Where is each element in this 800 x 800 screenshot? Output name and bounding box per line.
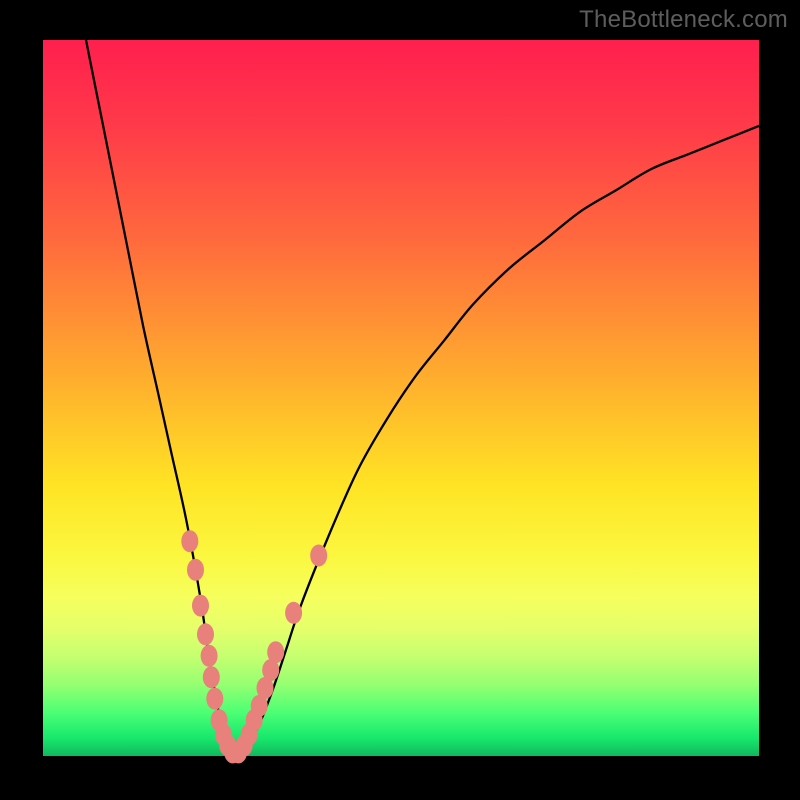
sample-marker bbox=[310, 545, 327, 567]
sample-marker bbox=[197, 623, 214, 645]
curve-svg-layer bbox=[43, 40, 759, 756]
sample-marker bbox=[187, 559, 204, 581]
sample-marker bbox=[206, 688, 223, 710]
curve-path bbox=[86, 40, 759, 756]
sample-marker bbox=[192, 595, 209, 617]
sample-marker bbox=[285, 602, 302, 624]
watermark-text: TheBottleneck.com bbox=[579, 6, 788, 34]
sample-marker bbox=[201, 645, 218, 667]
sample-marker bbox=[181, 530, 198, 552]
chart-frame: TheBottleneck.com bbox=[0, 0, 800, 800]
sample-marker bbox=[203, 666, 220, 688]
bottleneck-curve bbox=[86, 40, 759, 756]
sample-markers-group bbox=[181, 530, 327, 763]
sample-marker bbox=[267, 641, 284, 663]
